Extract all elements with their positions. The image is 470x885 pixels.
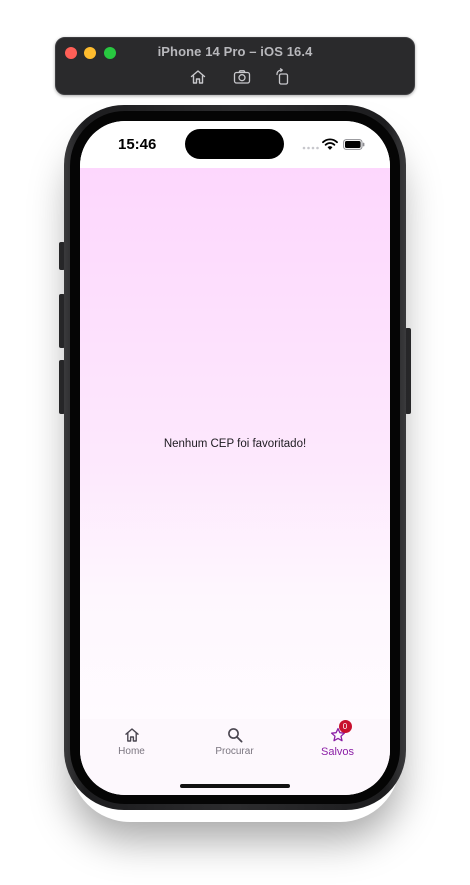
nav-item-search[interactable]: Procurar: [183, 727, 286, 767]
stage: iPhone 14 Pro – iOS 16.4 15:46 Nenhum CE…: [0, 0, 470, 885]
star-icon: 0: [330, 720, 352, 743]
status-bar: 15:46: [80, 121, 390, 168]
nav-item-saved[interactable]: 0 Salvos: [286, 720, 389, 767]
battery-icon: [343, 139, 365, 150]
house-icon: [190, 70, 206, 84]
wifi-icon: [322, 138, 338, 150]
nav-item-home[interactable]: Home: [80, 727, 183, 767]
favorites-count-badge: 0: [338, 720, 352, 733]
simulator-home-button[interactable]: [189, 68, 207, 86]
simulator-rotate-button[interactable]: [274, 68, 292, 86]
nav-label-home: Home: [118, 746, 145, 757]
search-icon: [227, 727, 243, 743]
home-icon: [124, 727, 140, 743]
nav-label-search: Procurar: [215, 746, 254, 757]
simulator-screenshot-button[interactable]: [233, 68, 251, 86]
camera-icon: [233, 70, 251, 84]
dynamic-island: [185, 129, 284, 159]
cellular-signal-icon: [302, 146, 320, 150]
home-indicator[interactable]: [180, 784, 290, 788]
nav-label-saved: Salvos: [320, 746, 355, 758]
favorites-page: Nenhum CEP foi favoritado!: [80, 168, 390, 719]
phone-screen: 15:46 Nenhum CEP foi favoritado! Home Pr…: [80, 121, 390, 795]
simulator-toolbar: iPhone 14 Pro – iOS 16.4: [55, 37, 415, 95]
status-time: 15:46: [118, 136, 157, 153]
simulator-title: iPhone 14 Pro – iOS 16.4: [157, 44, 313, 59]
empty-state-message: Nenhum CEP foi favoritado!: [163, 438, 307, 450]
rotate-icon: [276, 68, 289, 85]
